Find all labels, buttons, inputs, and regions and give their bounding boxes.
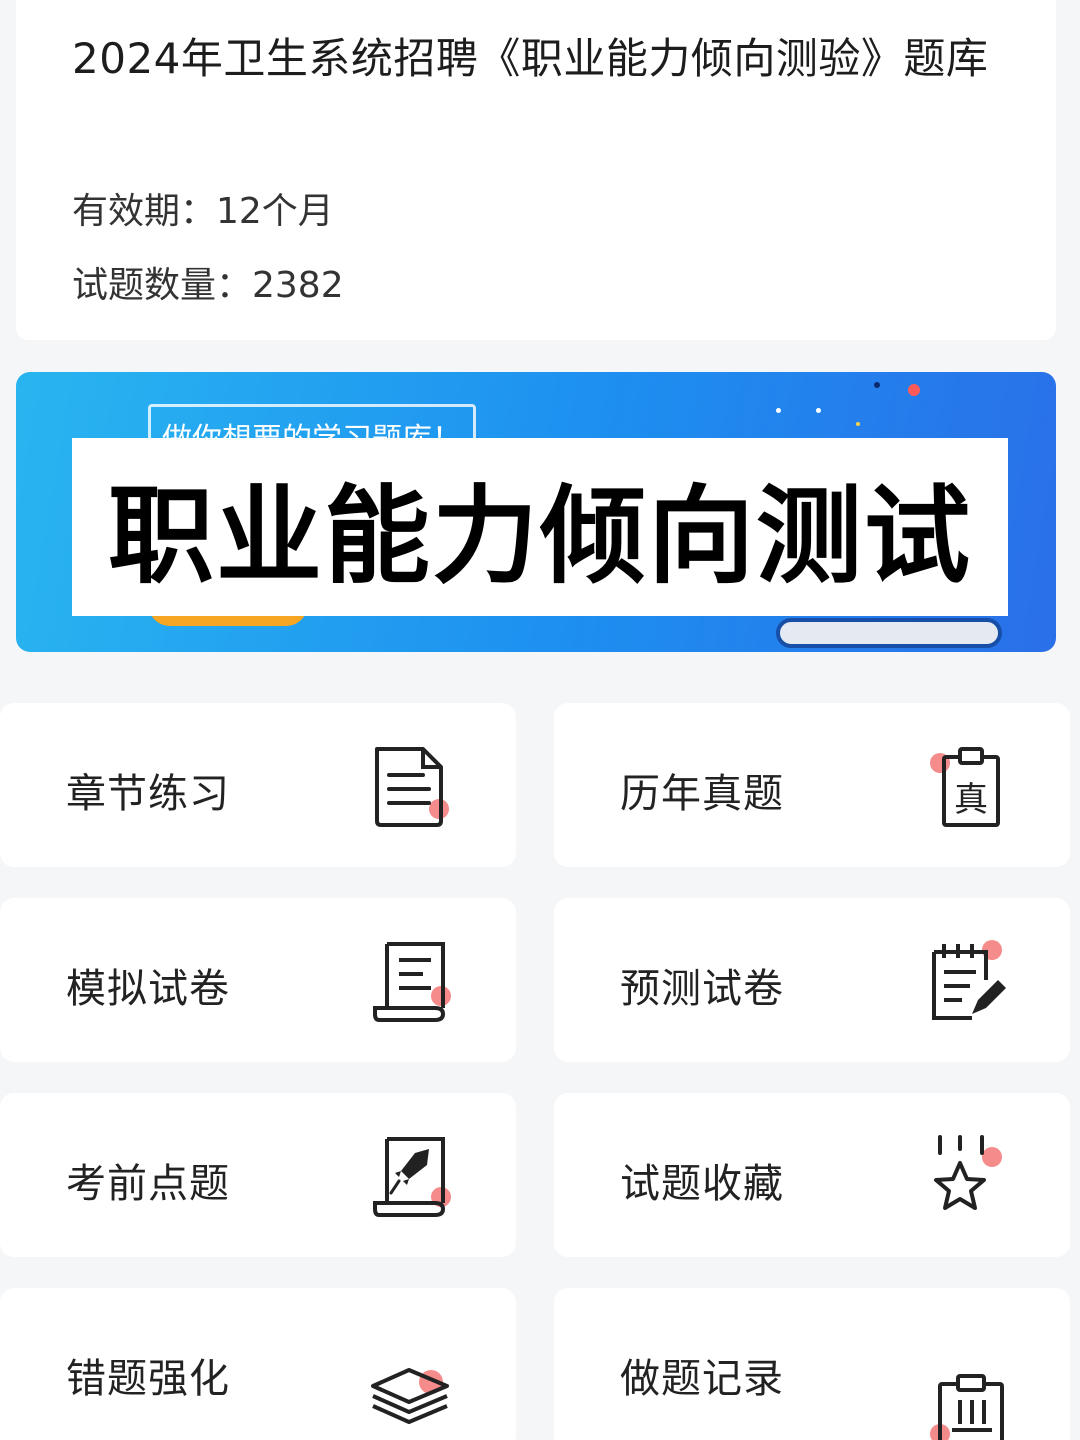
banner-title: 职业能力倾向测试 bbox=[108, 473, 972, 598]
question-count-text: 试题数量：2382 bbox=[72, 265, 344, 306]
clipboard-list-icon bbox=[926, 1326, 1016, 1440]
banner-sparkle-dot bbox=[908, 384, 920, 396]
menu-item-label: 历年真题 bbox=[620, 771, 784, 817]
notepad-pencil-icon bbox=[926, 936, 1016, 1026]
menu-item-practice-history[interactable]: 做题记录 bbox=[554, 1288, 1070, 1440]
menu-item-pre-exam-tips[interactable]: 考前点题 bbox=[0, 1093, 516, 1257]
menu-item-favorites[interactable]: 试题收藏 bbox=[554, 1093, 1070, 1257]
clipboard-zhen-icon: 真 bbox=[926, 741, 1016, 831]
menu-item-label: 考前点题 bbox=[66, 1161, 230, 1207]
menu-item-past-exams[interactable]: 历年真题 真 bbox=[554, 703, 1070, 867]
promo-banner[interactable]: 做你想要的学习题库！ 职业能力倾向测试 bbox=[16, 372, 1056, 652]
menu-item-wrong-questions[interactable]: 错题强化 bbox=[0, 1288, 516, 1440]
banner-book-graphic bbox=[776, 618, 1002, 648]
menu-item-label: 预测试卷 bbox=[620, 966, 784, 1012]
validity-text: 有效期：12个月 bbox=[72, 191, 334, 232]
rocket-icon bbox=[365, 1131, 455, 1221]
menu-item-predict-paper[interactable]: 预测试卷 bbox=[554, 898, 1070, 1062]
menu-item-chapter-practice[interactable]: 章节练习 bbox=[0, 703, 516, 867]
menu-item-label: 章节练习 bbox=[66, 771, 230, 817]
svg-text:真: 真 bbox=[954, 780, 988, 820]
menu-item-label: 模拟试卷 bbox=[66, 966, 230, 1012]
banner-sparkle-dot bbox=[874, 382, 880, 388]
banner-sparkle-dot bbox=[816, 408, 821, 413]
document-icon bbox=[365, 741, 455, 831]
menu-item-label: 错题强化 bbox=[66, 1356, 230, 1402]
exam-title: 2024年卫生系统招聘《职业能力倾向测验》题库 bbox=[72, 34, 989, 83]
scroll-icon bbox=[365, 936, 455, 1026]
menu-item-label: 试题收藏 bbox=[620, 1161, 784, 1207]
banner-sparkle-dot bbox=[776, 408, 781, 413]
banner-sparkle-dot bbox=[856, 422, 860, 426]
layers-icon bbox=[365, 1326, 455, 1424]
menu-item-mock-paper[interactable]: 模拟试卷 bbox=[0, 898, 516, 1062]
star-icon bbox=[926, 1131, 1016, 1221]
exam-info-card: 2024年卫生系统招聘《职业能力倾向测验》题库 有效期：12个月 试题数量：23… bbox=[16, 0, 1056, 340]
menu-item-label: 做题记录 bbox=[620, 1356, 784, 1402]
